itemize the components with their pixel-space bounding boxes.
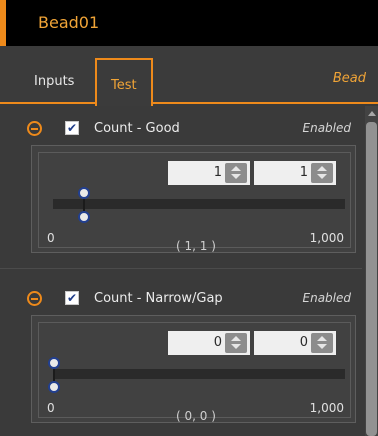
count-good-max-value[interactable]: 1 [300,165,308,180]
count-good-slider-track[interactable] [53,199,345,209]
count-good-current-range: ( 1, 1 ) [176,239,216,253]
window-title: Bead01 [38,13,100,32]
scrollbar-thumb[interactable] [366,122,377,436]
minus-circle-icon[interactable] [27,291,42,306]
tab-bar: Inputs Test Bead [0,46,378,106]
spinner-arrows-icon[interactable] [311,163,333,183]
scroll-up-arrow-icon[interactable] [368,111,376,116]
count-narrow-gap-label: Count - Narrow/Gap [94,291,223,306]
tab-test-label: Test [111,78,137,93]
count-narrow-gap-max-value[interactable]: 0 [300,335,308,350]
minus-circle-icon[interactable] [27,121,42,136]
spinner-arrows-icon[interactable] [225,163,247,183]
count-narrow-gap-range-min: 0 [47,401,55,415]
count-good-inner-panel: 1 - 1 0 1,000 ( 1, 1 ) [38,152,351,253]
tab-inputs[interactable]: Inputs [34,74,74,89]
count-good-range-min: 0 [47,231,55,245]
count-good-status: Enabled [302,121,352,135]
section-divider [0,268,362,269]
count-good-checkbox[interactable]: ✔ [65,121,79,135]
spinner-arrows-icon[interactable] [225,333,247,353]
tab-test[interactable]: Test [95,58,153,106]
count-narrow-gap-min-value[interactable]: 0 [214,335,222,350]
spinner-arrows-icon[interactable] [311,333,333,353]
count-good-label: Count - Good [94,121,180,136]
count-good-min-value[interactable]: 1 [214,165,222,180]
count-narrow-gap-panel: 0 - 0 0 1,000 ( 0, 0 ) [31,315,356,423]
count-good-max-stepper[interactable]: 1 [254,161,336,185]
count-narrow-gap-max-knob[interactable] [48,381,60,393]
count-narrow-gap-range-max: 1,000 [309,401,344,415]
count-good-panel: 1 - 1 0 1,000 ( 1, 1 ) [31,145,356,253]
count-good-range-max: 1,000 [309,231,344,245]
count-narrow-gap-inner-panel: 0 - 0 0 1,000 ( 0, 0 ) [38,322,351,423]
count-narrow-gap-checkbox[interactable]: ✔ [65,291,79,305]
count-narrow-gap-min-stepper[interactable]: 0 [168,331,250,355]
count-narrow-gap-status: Enabled [302,291,352,305]
count-narrow-gap-slider-track[interactable] [53,369,345,379]
tool-name-label: Bead [332,71,366,86]
count-good-min-stepper[interactable]: 1 [168,161,250,185]
count-narrow-gap-max-stepper[interactable]: 0 [254,331,336,355]
count-narrow-gap-current-range: ( 0, 0 ) [176,409,216,423]
count-good-max-knob[interactable] [78,211,90,223]
count-good-min-knob[interactable] [78,187,90,199]
title-bar: Bead01 [0,0,378,46]
count-narrow-gap-min-knob[interactable] [48,357,60,369]
